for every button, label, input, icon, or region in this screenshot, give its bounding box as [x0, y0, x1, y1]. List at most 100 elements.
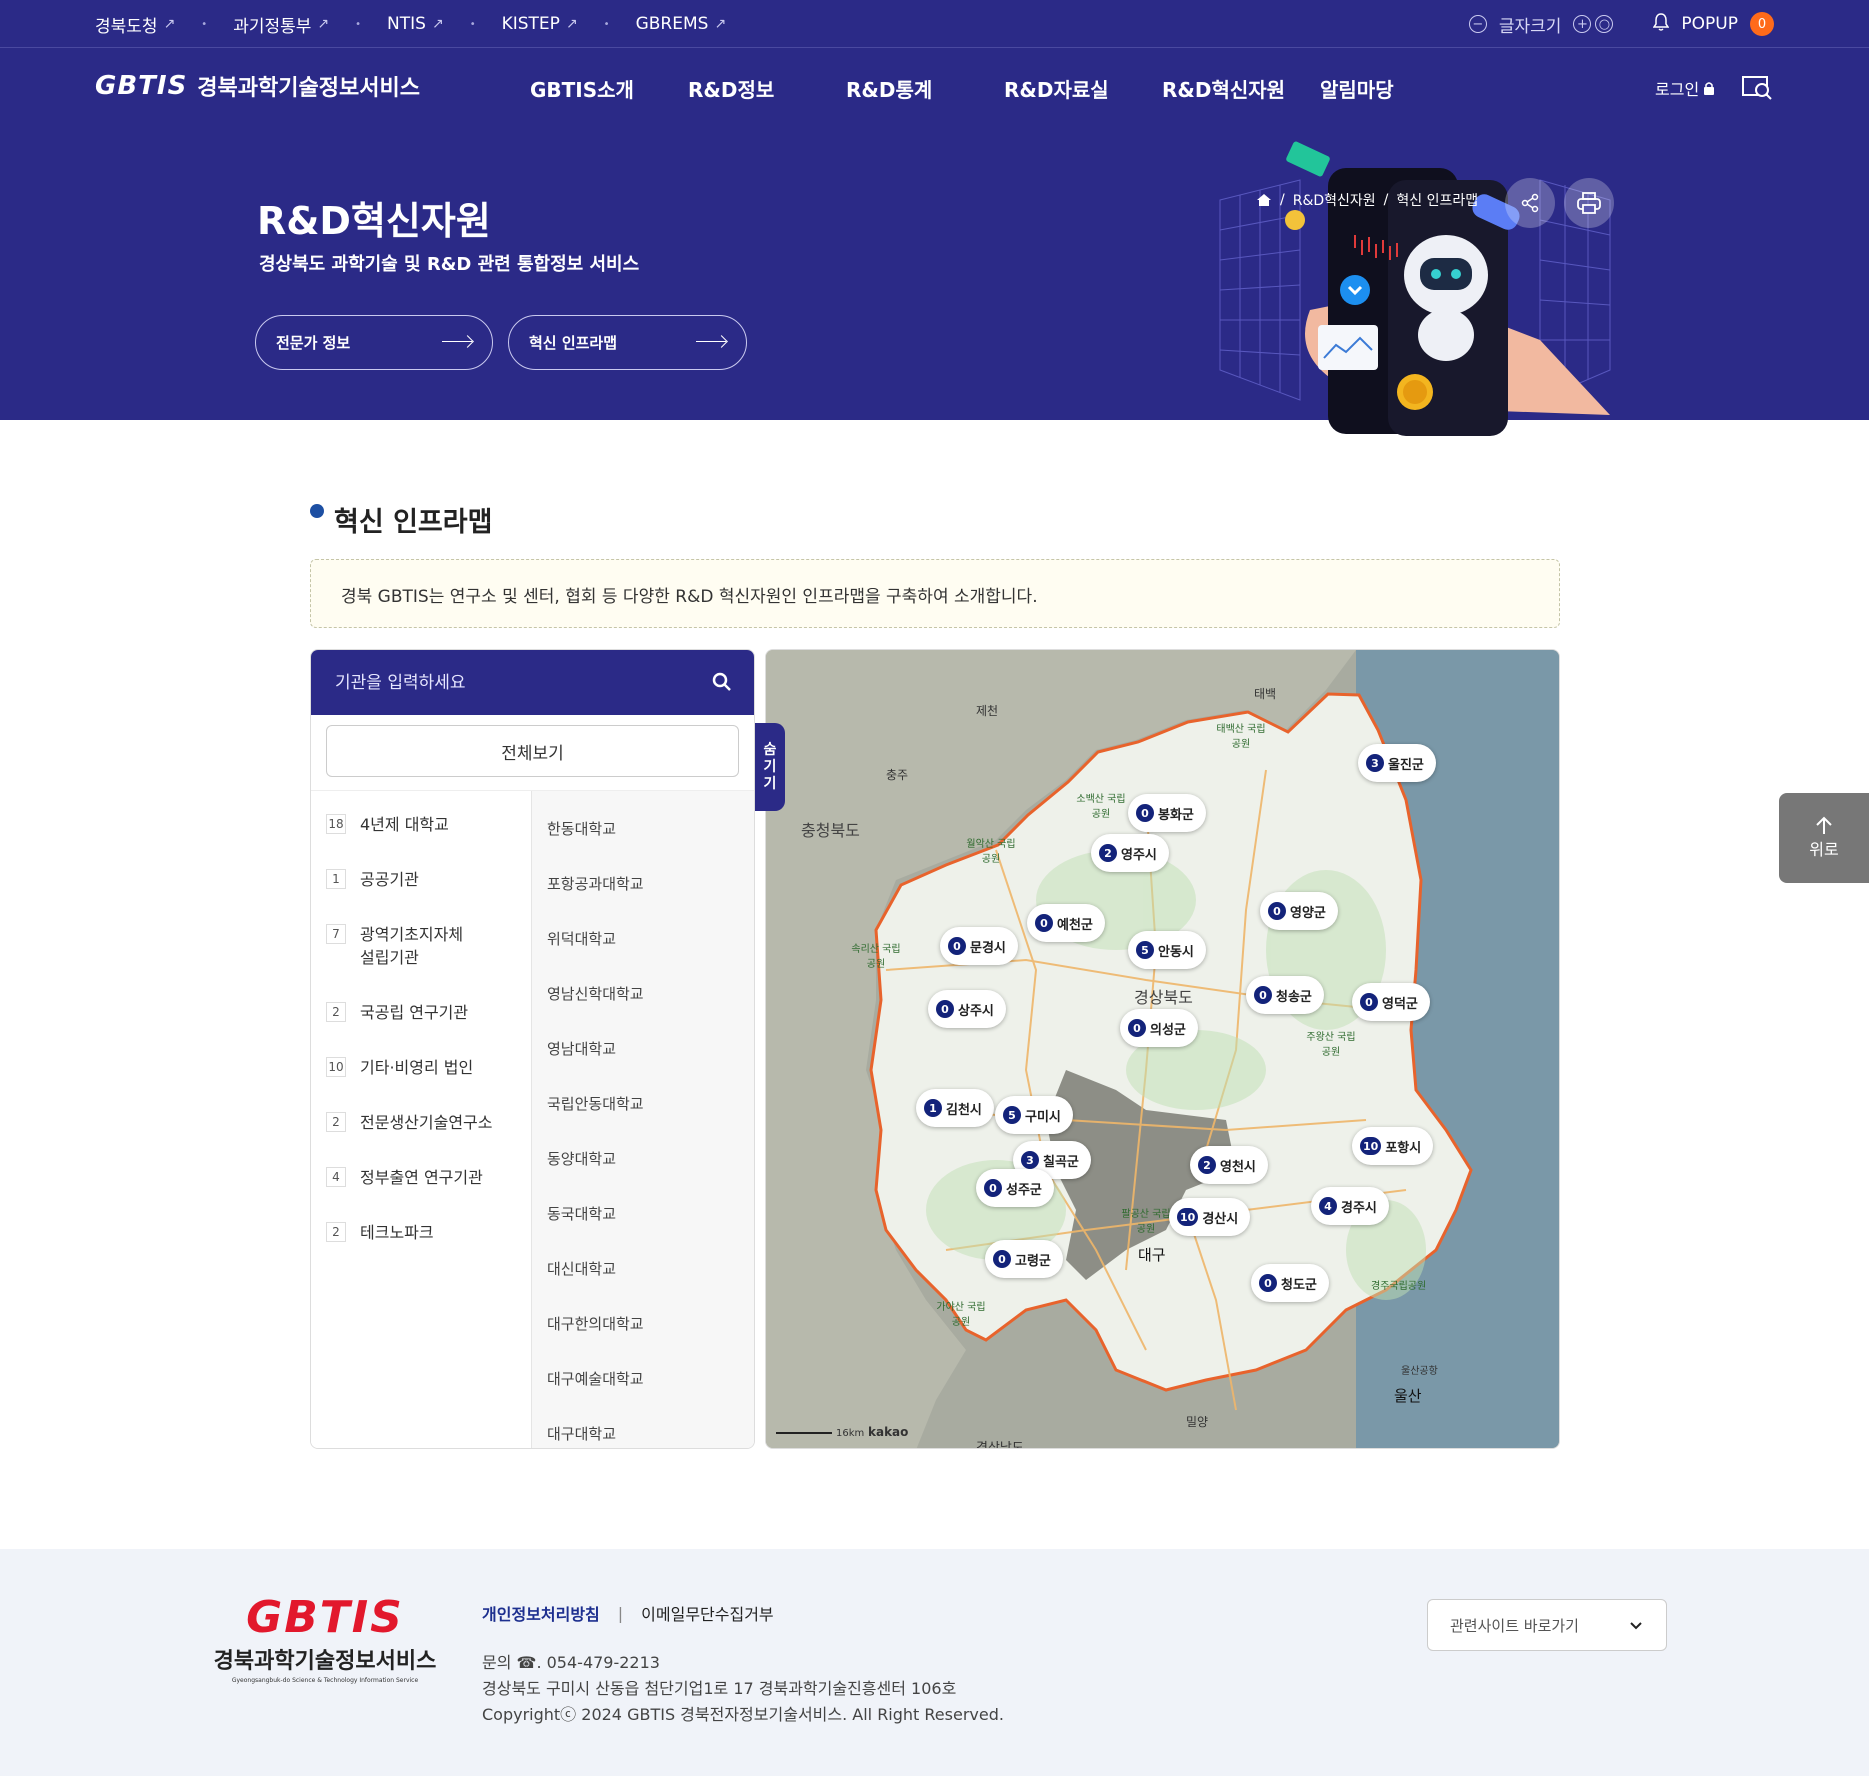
- privacy-policy-link[interactable]: 개인정보처리방침: [482, 1601, 600, 1625]
- map-label: 경주국립공원: [1371, 1281, 1427, 1292]
- scroll-to-top-button[interactable]: 위로: [1779, 793, 1869, 883]
- category-count: 7: [326, 924, 346, 944]
- pin-count: 3: [1021, 1151, 1039, 1169]
- institution-item[interactable]: 동양대학교: [532, 1131, 754, 1186]
- font-decrease-icon[interactable]: −: [1468, 15, 1487, 33]
- pin-label: 영천시: [1220, 1159, 1256, 1175]
- institution-item[interactable]: 영남신학대학교: [532, 966, 754, 1021]
- institution-item[interactable]: 대구한의대학교: [532, 1296, 754, 1351]
- related-sites-select[interactable]: 관련사이트 바로가기: [1427, 1599, 1667, 1651]
- link-kistep[interactable]: KISTEP ↗: [502, 14, 578, 34]
- category-item[interactable]: 4 정부출연 연구기관: [311, 1154, 531, 1209]
- hide-panel-tab[interactable]: 숨 기 기: [755, 723, 785, 811]
- map-pin[interactable]: 4 경주시: [1311, 1187, 1389, 1225]
- map-pin[interactable]: 0 예천군: [1027, 904, 1105, 942]
- map-label: 경상남도: [976, 1441, 1024, 1449]
- login-button[interactable]: 로그인: [1655, 76, 1715, 100]
- category-item[interactable]: 18 4년제 대학교: [311, 801, 531, 856]
- institution-item[interactable]: 포항공과대학교: [532, 856, 754, 911]
- search-icon[interactable]: [712, 672, 732, 696]
- link-ntis[interactable]: NTIS ↗: [387, 14, 444, 34]
- pin-label: 안동시: [1158, 944, 1194, 960]
- map-pin[interactable]: 2 영주시: [1091, 834, 1169, 872]
- category-item[interactable]: 7 광역기초지자체 설립기관: [311, 911, 531, 989]
- footer-logo-en-text: GBTIS: [246, 1592, 404, 1643]
- map-pin[interactable]: 0 청도군: [1251, 1264, 1329, 1302]
- nav-rnd-library[interactable]: R&D자료실: [1004, 74, 1162, 103]
- email-refuse-link[interactable]: 이메일무단수집거부: [641, 1601, 773, 1625]
- login-label: 로그인: [1655, 80, 1700, 99]
- button-label: 전문가 정보: [276, 334, 351, 352]
- map-pin[interactable]: 10 포항시: [1352, 1127, 1434, 1165]
- infra-map-button[interactable]: 혁신 인프라맵: [508, 315, 747, 370]
- map-pin[interactable]: 2 영천시: [1190, 1146, 1268, 1184]
- font-reset-icon[interactable]: ○: [1595, 15, 1614, 33]
- map-pin[interactable]: 0 고령군: [985, 1240, 1063, 1278]
- link-label: GBREMS: [635, 14, 709, 34]
- nav-notice[interactable]: 알림마당: [1320, 74, 1478, 103]
- institution-item[interactable]: 동국대학교: [532, 1186, 754, 1241]
- nav-rnd-stats[interactable]: R&D통계: [846, 74, 1004, 103]
- map-label: 속리산 국립공원: [851, 944, 901, 970]
- category-label: 광역기초지자체 설립기관: [360, 925, 464, 967]
- institution-item[interactable]: 대신대학교: [532, 1241, 754, 1296]
- nav-rnd-innovation[interactable]: R&D혁신자원: [1162, 74, 1320, 103]
- link-msit[interactable]: 과기정통부 ↗: [233, 12, 329, 37]
- breadcrumb-item[interactable]: R&D혁신자원: [1293, 190, 1376, 210]
- institution-item[interactable]: 대구대학교: [532, 1406, 754, 1448]
- map-pin[interactable]: 0 영덕군: [1352, 983, 1430, 1021]
- pin-count: 0: [1360, 993, 1378, 1011]
- infra-map[interactable]: 제천 태백 충주 충청북도 경상북도 대구 울산 밀양 소백산 국립공원 월악산…: [765, 649, 1560, 1449]
- category-item[interactable]: 2 테크노파크: [311, 1209, 531, 1264]
- print-icon[interactable]: [1564, 178, 1614, 228]
- home-icon[interactable]: [1256, 193, 1272, 207]
- popup-label[interactable]: POPUP: [1681, 14, 1738, 34]
- map-pin[interactable]: 0 성주군: [976, 1169, 1054, 1207]
- category-count: 1: [326, 869, 346, 889]
- map-pin[interactable]: 0 청송군: [1246, 976, 1324, 1014]
- link-gbrems[interactable]: GBREMS ↗: [636, 14, 727, 34]
- font-increase-icon[interactable]: +: [1573, 15, 1592, 33]
- map-pin[interactable]: 10 경산시: [1169, 1198, 1251, 1236]
- category-item[interactable]: 2 국공립 연구기관: [311, 989, 531, 1044]
- institution-item[interactable]: 한동대학교: [532, 801, 754, 856]
- map-pin[interactable]: 1 김천시: [916, 1089, 994, 1127]
- map-pin[interactable]: 3 울진군: [1358, 744, 1436, 782]
- map-pin[interactable]: 0 상주시: [928, 990, 1006, 1028]
- bell-icon[interactable]: [1653, 12, 1670, 36]
- pin-label: 영양군: [1290, 905, 1326, 921]
- site-search-icon[interactable]: [1742, 74, 1774, 102]
- nav-rnd-info[interactable]: R&D정보: [688, 74, 846, 103]
- footer-logo-en: GBTIS: [200, 1595, 450, 1641]
- category-item[interactable]: 10 기타·비영리 법인: [311, 1044, 531, 1099]
- category-label: 정부출연 연구기관: [360, 1168, 483, 1187]
- map-pin[interactable]: 5 안동시: [1128, 931, 1206, 969]
- category-item[interactable]: 2 전문생산기술연구소: [311, 1099, 531, 1154]
- site-logo[interactable]: GBTIS 경북과학기술정보서비스: [95, 70, 420, 102]
- footer-links: 개인정보처리방침 | 이메일무단수집거부: [482, 1601, 774, 1625]
- category-item[interactable]: 1 공공기관: [311, 856, 531, 911]
- map-pin[interactable]: 0 영양군: [1260, 892, 1338, 930]
- arrow-up-icon: [1816, 816, 1832, 834]
- pin-count: 0: [993, 1250, 1011, 1268]
- map-pin[interactable]: 5 구미시: [995, 1096, 1073, 1134]
- map-pin[interactable]: 0 문경시: [940, 927, 1018, 965]
- footer-logo[interactable]: GBTIS 경북과학기술정보서비스 Gyeongsangbuk-do Scien…: [200, 1595, 450, 1685]
- map-pin[interactable]: 0 봉화군: [1128, 794, 1206, 832]
- utility-bar: 경북도청 ↗ • 과기정통부 ↗ • NTIS ↗ • KISTEP ↗ • GBREM…: [0, 0, 1869, 48]
- institution-item[interactable]: 대구예술대학교: [532, 1351, 754, 1406]
- nav-gbtis-intro[interactable]: GBTIS소개: [530, 74, 688, 103]
- institution-item[interactable]: 국립안동대학교: [532, 1076, 754, 1131]
- map-pin[interactable]: 0 의성군: [1120, 1009, 1198, 1047]
- pin-count: 10: [1360, 1137, 1382, 1155]
- institution-search-input[interactable]: [335, 672, 675, 693]
- institution-item[interactable]: 영남대학교: [532, 1021, 754, 1076]
- link-gyeongbuk[interactable]: 경북도청 ↗: [95, 12, 175, 37]
- share-icon[interactable]: [1505, 178, 1555, 228]
- hide-tab-char: 기: [763, 758, 777, 775]
- category-label: 기타·비영리 법인: [360, 1058, 474, 1077]
- view-all-button[interactable]: 전체보기: [326, 725, 739, 777]
- map-label: 울산공항: [1401, 1366, 1438, 1377]
- expert-info-button[interactable]: 전문가 정보: [255, 315, 493, 370]
- institution-item[interactable]: 위덕대학교: [532, 911, 754, 966]
